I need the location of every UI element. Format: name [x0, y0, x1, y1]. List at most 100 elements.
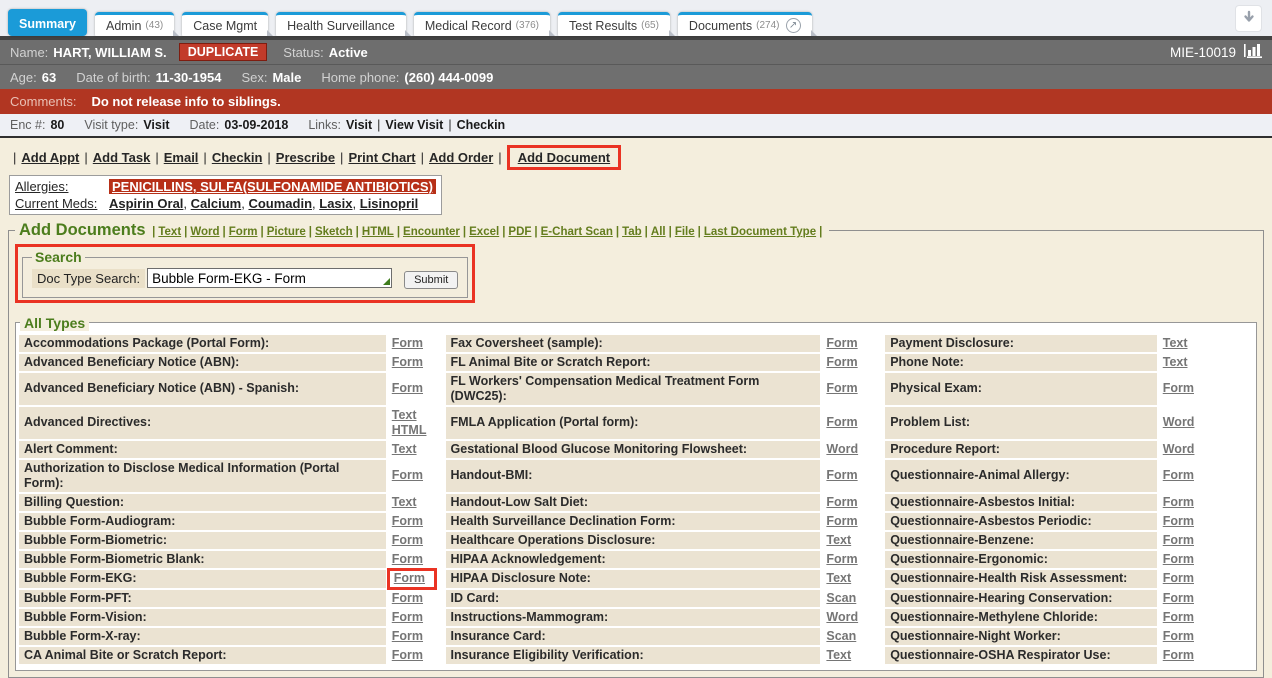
bubble-form-vision-form-link[interactable]: Form: [392, 610, 423, 624]
tab-test-results[interactable]: Test Results(65): [558, 12, 670, 36]
bubble-form-pft-form-link[interactable]: Form: [392, 591, 423, 605]
submit-button[interactable]: Submit: [404, 271, 458, 289]
health-surveillance-declination-form-form-link[interactable]: Form: [826, 514, 857, 528]
doc-type-link-tab[interactable]: Tab: [622, 226, 642, 238]
hipaa-disclosure-note-text-link[interactable]: Text: [826, 571, 851, 585]
doc-type-link-encounter[interactable]: Encounter: [403, 226, 460, 238]
fl-workers-compensation-medical-treatment-form-dwc25-form-link[interactable]: Form: [826, 381, 857, 395]
bubble-form-x-ray-form-link[interactable]: Form: [392, 629, 423, 643]
bubble-form-audiogram-form-link[interactable]: Form: [392, 514, 423, 528]
questionnaire-methylene-chloride-form-link[interactable]: Form: [1163, 610, 1194, 624]
form-link-annotation-box: Form: [387, 568, 437, 590]
tab-case-mgmt[interactable]: Case Mgmt: [182, 12, 268, 36]
encounter-link-visit[interactable]: Visit: [346, 118, 372, 132]
med-link-aspirin-oral[interactable]: Aspirin Oral: [109, 196, 183, 211]
advanced-beneficiary-notice-abn-spanish-form-link[interactable]: Form: [392, 381, 423, 395]
questionnaire-osha-respirator-use-form-link[interactable]: Form: [1163, 648, 1194, 662]
doc-type-link-last-document-type[interactable]: Last Document Type: [704, 226, 816, 238]
fl-animal-bite-or-scratch-report-form-link[interactable]: Form: [826, 355, 857, 369]
doc-type-link-cell: Form: [821, 373, 884, 405]
doc-type-link-text[interactable]: Text: [158, 226, 181, 238]
phone-note-text-link[interactable]: Text: [1163, 355, 1188, 369]
questionnaire-animal-allergy-form-link[interactable]: Form: [1163, 468, 1194, 482]
collapse-header-button[interactable]: [1235, 5, 1262, 32]
doc-type-label: Authorization to Disclose Medical Inform…: [19, 460, 386, 492]
bubble-form-ekg-form-link[interactable]: Form: [394, 571, 425, 585]
problem-list-word-link[interactable]: Word: [1163, 415, 1195, 429]
tab-admin[interactable]: Admin(43): [95, 12, 174, 36]
action-prescribe[interactable]: Prescribe: [276, 150, 335, 165]
doc-type-link-excel[interactable]: Excel: [469, 226, 499, 238]
gestational-blood-glucose-monitoring-flowsheet-word-link[interactable]: Word: [826, 442, 858, 456]
action-print-chart[interactable]: Print Chart: [348, 150, 415, 165]
encounter-link-view-visit[interactable]: View Visit: [385, 118, 443, 132]
questionnaire-asbestos-periodic-form-link[interactable]: Form: [1163, 514, 1194, 528]
procedure-report-word-link[interactable]: Word: [1163, 442, 1195, 456]
action-email[interactable]: Email: [164, 150, 199, 165]
tab-summary[interactable]: Summary: [8, 9, 87, 36]
handout-low-salt-diet-form-link[interactable]: Form: [826, 495, 857, 509]
insurance-eligibility-verification-text-link[interactable]: Text: [826, 648, 851, 662]
handout-bmi-form-link[interactable]: Form: [826, 468, 857, 482]
allergy-value-link[interactable]: PENICILLINS, SULFA(SULFONAMIDE ANTIBIOTI…: [109, 179, 436, 194]
doc-type-link-cell: Form: [1158, 373, 1253, 405]
patient-demographics-bar: Age: 63 Date of birth: 11-30-1954 Sex: M…: [0, 64, 1272, 89]
payment-disclosure-text-link[interactable]: Text: [1163, 336, 1188, 350]
billing-question-text-link[interactable]: Text: [392, 495, 417, 509]
physical-exam-form-link[interactable]: Form: [1163, 381, 1194, 395]
questionnaire-benzene-form-link[interactable]: Form: [1163, 533, 1194, 547]
doc-type-search-input[interactable]: [147, 268, 392, 288]
doc-type-link-e-chart-scan[interactable]: E-Chart Scan: [541, 226, 613, 238]
accommodations-package-portal-form-form-link[interactable]: Form: [392, 336, 423, 350]
action-add-order[interactable]: Add Order: [429, 150, 493, 165]
fmla-application-portal-form-form-link[interactable]: Form: [826, 415, 857, 429]
alert-comment-text-link[interactable]: Text: [392, 442, 417, 456]
doc-type-label: Bubble Form-PFT:: [19, 590, 386, 607]
questionnaire-night-worker-form-link[interactable]: Form: [1163, 629, 1194, 643]
doc-type-link-html[interactable]: HTML: [362, 226, 394, 238]
tab-count: (274): [756, 20, 779, 31]
med-link-calcium[interactable]: Calcium: [191, 196, 242, 211]
authorization-to-disclose-medical-information-portal-form-form-link[interactable]: Form: [392, 468, 423, 482]
healthcare-operations-disclosure-text-link[interactable]: Text: [826, 533, 851, 547]
questionnaire-ergonomic-form-link[interactable]: Form: [1163, 552, 1194, 566]
doc-type-link-picture[interactable]: Picture: [267, 226, 306, 238]
insurance-card-scan-link[interactable]: Scan: [826, 629, 856, 643]
bubble-form-biometric-blank-form-link[interactable]: Form: [392, 552, 423, 566]
questionnaire-asbestos-initial-form-link[interactable]: Form: [1163, 495, 1194, 509]
tab-health-surveillance[interactable]: Health Surveillance: [276, 12, 406, 36]
advanced-beneficiary-notice-abn-form-link[interactable]: Form: [392, 355, 423, 369]
encounter-link-checkin[interactable]: Checkin: [457, 118, 506, 132]
med-link-coumadin[interactable]: Coumadin: [248, 196, 312, 211]
questionnaire-health-risk-assessment-form-link[interactable]: Form: [1163, 571, 1194, 585]
tab-documents[interactable]: Documents(274)↗: [678, 12, 812, 36]
fax-coversheet-sample-form-link[interactable]: Form: [826, 336, 857, 350]
current-meds-link[interactable]: Current Meds:: [15, 196, 97, 211]
ca-animal-bite-or-scratch-report-form-link[interactable]: Form: [392, 648, 423, 662]
advanced-directives-html-link[interactable]: HTML: [392, 423, 427, 437]
doc-type-link-sketch[interactable]: Sketch: [315, 226, 353, 238]
instructions-mammogram-word-link[interactable]: Word: [826, 610, 858, 624]
doc-type-link-word[interactable]: Word: [190, 226, 219, 238]
tab-medical-record[interactable]: Medical Record(376): [414, 12, 550, 36]
id-card-scan-link[interactable]: Scan: [826, 591, 856, 605]
doc-type-label: Instructions-Mammogram:: [446, 609, 821, 626]
doc-type-link-form[interactable]: Form: [229, 226, 258, 238]
bubble-form-biometric-form-link[interactable]: Form: [392, 533, 423, 547]
med-link-lisinopril[interactable]: Lisinopril: [360, 196, 419, 211]
action-add-task[interactable]: Add Task: [93, 150, 151, 165]
separator: |: [397, 226, 400, 238]
doc-type-link-file[interactable]: File: [675, 226, 695, 238]
doc-type-link-all[interactable]: All: [651, 226, 666, 238]
med-link-lasix[interactable]: Lasix: [319, 196, 352, 211]
visit-date-label: Date:: [189, 118, 219, 132]
doc-type-link-pdf[interactable]: PDF: [508, 226, 531, 238]
chart-icon[interactable]: [1244, 43, 1262, 61]
allergies-link[interactable]: Allergies:: [15, 179, 68, 194]
action-add-appt[interactable]: Add Appt: [21, 150, 79, 165]
advanced-directives-text-link[interactable]: Text: [392, 408, 417, 422]
action-checkin[interactable]: Checkin: [212, 150, 263, 165]
questionnaire-hearing-conservation-form-link[interactable]: Form: [1163, 591, 1194, 605]
action-add-document[interactable]: Add Document: [518, 150, 610, 165]
hipaa-acknowledgement-form-link[interactable]: Form: [826, 552, 857, 566]
